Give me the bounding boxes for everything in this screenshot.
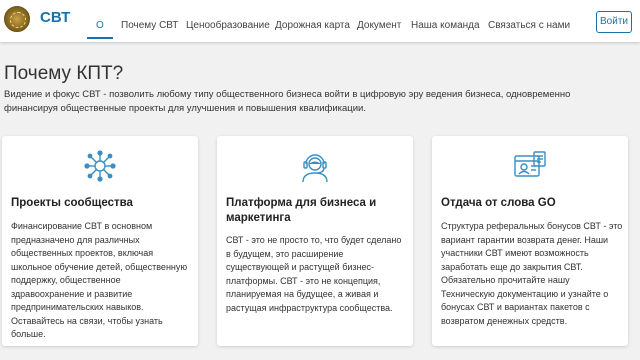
feature-card-return: Отдача от слова GO Структура реферальных… [432, 136, 628, 346]
login-button[interactable]: Войти [596, 11, 632, 33]
brand-name[interactable]: СВТ [40, 9, 70, 26]
nav-active-indicator [87, 37, 113, 39]
network-icon [84, 150, 116, 182]
id-card-icon [514, 151, 546, 177]
nav-item-about[interactable]: О [96, 20, 104, 31]
nav-item-contact[interactable]: Связаться с нами [488, 20, 570, 31]
card-title: Платформа для бизнеса и маркетинга [226, 197, 377, 224]
nav-item-why[interactable]: Почему СВТ [121, 20, 178, 31]
card-text: СВТ - это не просто то, что будет сделан… [226, 235, 402, 313]
support-agent-icon [302, 154, 328, 183]
nav-item-team[interactable]: Наша команда [411, 20, 480, 31]
navbar: СВТ О Почему СВТ Ценообразование Дорожна… [0, 0, 640, 42]
section-title: Почему КПТ? [4, 63, 124, 84]
brand-logo[interactable] [4, 6, 30, 32]
card-text: Финансирование СВТ в основном предназнач… [11, 221, 188, 339]
feature-card-community: Проекты сообщества Финансирование СВТ в … [2, 136, 198, 346]
nav-item-roadmap[interactable]: Дорожная карта [275, 20, 350, 31]
card-title: Проекты сообщества [11, 197, 133, 209]
feature-card-platform: Платформа для бизнеса и маркетинга СВТ -… [217, 136, 413, 346]
card-title: Отдача от слова GO [441, 197, 556, 209]
nav-item-document[interactable]: Документ [357, 20, 401, 31]
section-intro: Видение и фокус СВТ - позволить любому т… [4, 89, 571, 114]
card-text: Структура реферальных бонусов СВТ - это … [441, 221, 623, 326]
nav-item-pricing[interactable]: Ценообразование [186, 20, 270, 31]
